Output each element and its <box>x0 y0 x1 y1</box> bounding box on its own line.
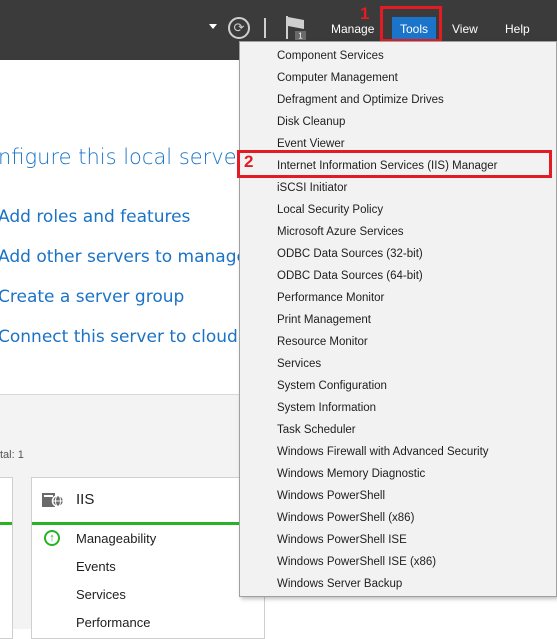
menu-item-powershell-ise-x86[interactable]: Windows PowerShell ISE (x86) <box>277 551 436 573</box>
iis-manager-highlight-box <box>237 150 552 178</box>
tile-row-performance[interactable]: Performance <box>76 615 150 630</box>
role-tile-partial[interactable] <box>0 477 13 639</box>
menu-item-system-configuration[interactable]: System Configuration <box>277 375 387 397</box>
link-create-server-group[interactable]: Create a server group <box>0 287 184 307</box>
step-1-marker: 1 <box>360 4 370 23</box>
menu-manage[interactable]: Manage <box>323 17 382 41</box>
menu-item-iscsi-initiator[interactable]: iSCSI Initiator <box>277 177 347 199</box>
menu-item-local-security-policy[interactable]: Local Security Policy <box>277 199 383 221</box>
menu-item-powershell-x86[interactable]: Windows PowerShell (x86) <box>277 507 414 529</box>
refresh-icon[interactable]: ⟳ <box>228 17 250 39</box>
menu-item-defragment[interactable]: Defragment and Optimize Drives <box>277 89 444 111</box>
menu-item-resource-monitor[interactable]: Resource Monitor <box>277 331 368 353</box>
quick-start-panel: nfigure this local server Add roles and … <box>0 112 270 395</box>
tools-highlight-box <box>380 6 442 42</box>
menu-item-powershell-ise[interactable]: Windows PowerShell ISE <box>277 529 407 551</box>
link-add-servers[interactable]: Add other servers to manage <box>0 247 247 267</box>
menu-item-disk-cleanup[interactable]: Disk Cleanup <box>277 111 345 133</box>
menu-item-azure-services[interactable]: Microsoft Azure Services <box>277 221 404 243</box>
page-title: nfigure this local server <box>0 145 246 169</box>
menu-item-windows-firewall[interactable]: Windows Firewall with Advanced Security <box>277 441 489 463</box>
menu-item-powershell[interactable]: Windows PowerShell <box>277 485 385 507</box>
tools-dropdown-menu: Component Services Computer Management D… <box>239 41 557 597</box>
status-bar <box>0 522 12 525</box>
link-connect-cloud[interactable]: Connect this server to cloud ser <box>0 327 270 347</box>
menu-help[interactable]: Help <box>497 17 538 41</box>
menu-item-memory-diagnostic[interactable]: Windows Memory Diagnostic <box>277 463 425 485</box>
menu-item-performance-monitor[interactable]: Performance Monitor <box>277 287 384 309</box>
notifications-flag-icon[interactable]: 1 <box>284 14 308 40</box>
divider <box>264 18 266 38</box>
menu-item-system-information[interactable]: System Information <box>277 397 376 419</box>
menu-item-odbc-32[interactable]: ODBC Data Sources (32-bit) <box>277 243 423 265</box>
tile-row-events[interactable]: Events <box>76 559 116 574</box>
menu-item-task-scheduler[interactable]: Task Scheduler <box>277 419 356 441</box>
tile-row-services[interactable]: Services <box>76 587 126 602</box>
menu-view[interactable]: View <box>444 17 486 41</box>
dropdown-arrow-icon[interactable] <box>209 24 217 29</box>
menu-item-component-services[interactable]: Component Services <box>277 45 384 67</box>
menu-item-computer-management[interactable]: Computer Management <box>277 67 398 89</box>
tile-title[interactable]: IIS <box>76 491 94 508</box>
tile-row-manageability[interactable]: Manageability <box>76 531 156 546</box>
iis-icon <box>42 493 64 508</box>
status-ok-icon: ↑ <box>44 530 60 546</box>
iis-role-tile[interactable]: IIS ↑ Manageability Events Services Perf… <box>31 477 265 639</box>
menu-item-odbc-64[interactable]: ODBC Data Sources (64-bit) <box>277 265 423 287</box>
header-strip <box>0 60 240 113</box>
link-add-roles[interactable]: Add roles and features <box>0 207 190 227</box>
menu-item-server-backup[interactable]: Windows Server Backup <box>277 573 402 595</box>
menu-item-services[interactable]: Services <box>277 353 321 375</box>
status-bar <box>32 522 264 525</box>
roles-total: tal: 1 <box>0 449 24 461</box>
notification-count: 1 <box>298 32 303 41</box>
menu-item-print-management[interactable]: Print Management <box>277 309 371 331</box>
